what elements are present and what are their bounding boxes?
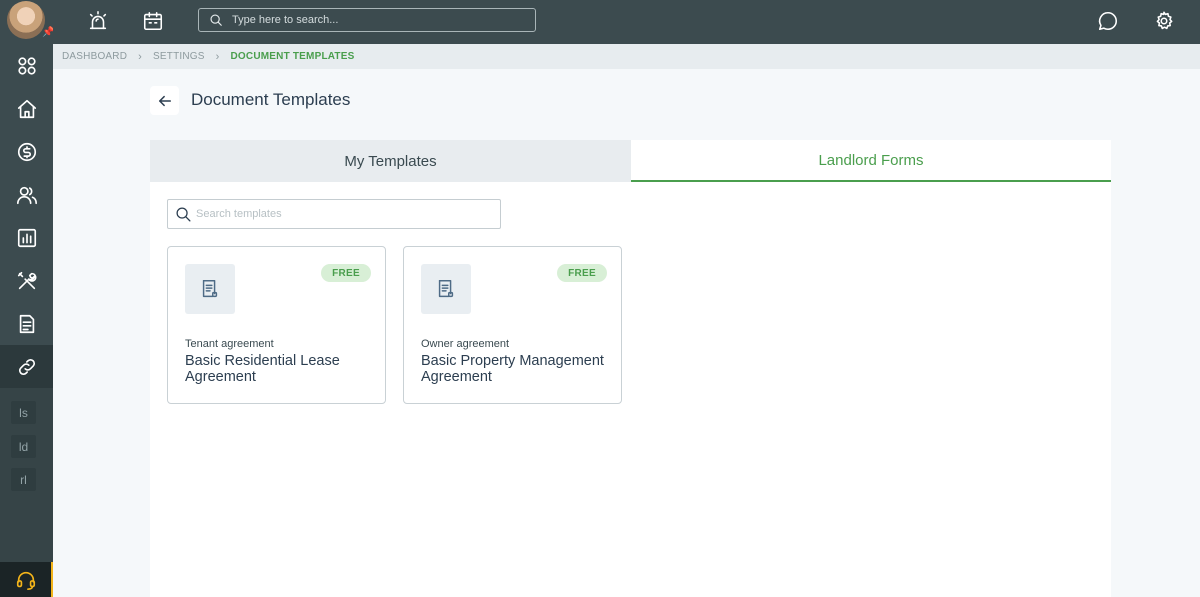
- template-thumbnail: [185, 264, 235, 314]
- template-kind: Tenant agreement: [185, 338, 274, 350]
- home-icon: [17, 99, 36, 118]
- search-icon: [210, 14, 222, 26]
- tab-landlord-forms[interactable]: Landlord Forms: [631, 140, 1111, 182]
- sidebar-item-people[interactable]: [0, 173, 53, 216]
- tools-icon: [17, 271, 36, 289]
- sidebar-mini-item-rl[interactable]: rl: [11, 468, 36, 491]
- sidebar-item-links[interactable]: [0, 345, 53, 388]
- template-name: Basic Residential Lease Agreement: [185, 353, 340, 385]
- support-button[interactable]: [0, 562, 53, 597]
- document-icon: [438, 280, 454, 298]
- tab-bar: My Templates Landlord Forms: [150, 140, 1111, 182]
- template-kind: Owner agreement: [421, 338, 510, 350]
- arrow-left-icon: [158, 95, 171, 106]
- chevron-right-icon: ›: [215, 50, 220, 63]
- alerts-button[interactable]: [85, 8, 111, 34]
- sidebar-item-reports[interactable]: [0, 216, 53, 259]
- global-search-input[interactable]: [232, 14, 522, 26]
- settings-button[interactable]: [1151, 8, 1177, 34]
- sidebar-item-documents[interactable]: [0, 302, 53, 345]
- template-search[interactable]: [167, 199, 501, 229]
- templates-panel: My Templates Landlord Forms FREE Tenant …: [150, 140, 1111, 597]
- apps-grid-icon: [17, 56, 36, 75]
- sidebar: 📌 ls ld rl: [0, 0, 54, 597]
- sidebar-item-accounting[interactable]: [0, 130, 53, 173]
- sidebar-item-home[interactable]: [0, 87, 53, 130]
- search-icon: [176, 206, 191, 222]
- dollar-circle-icon: [17, 142, 36, 161]
- free-badge: FREE: [321, 264, 371, 282]
- template-name: Basic Property Management Agreement: [421, 353, 604, 385]
- link-icon: [18, 358, 35, 375]
- sidebar-item-dashboard[interactable]: [0, 44, 53, 87]
- template-card[interactable]: FREE Tenant agreement Basic Residential …: [167, 246, 386, 404]
- breadcrumb-document-templates: DOCUMENT TEMPLATES: [230, 51, 355, 62]
- alarm-light-icon: [89, 11, 107, 30]
- breadcrumb: DASHBOARD › SETTINGS › DOCUMENT TEMPLATE…: [53, 44, 1200, 69]
- top-bar: [53, 0, 1200, 44]
- breadcrumb-settings[interactable]: SETTINGS: [153, 51, 205, 62]
- user-avatar[interactable]: [7, 1, 45, 39]
- tab-my-templates[interactable]: My Templates: [150, 140, 631, 182]
- calendar-button[interactable]: [140, 8, 166, 34]
- template-search-input[interactable]: [196, 208, 486, 220]
- document-icon: [202, 280, 218, 298]
- back-button[interactable]: [150, 86, 179, 115]
- page-title: Document Templates: [191, 90, 351, 109]
- messages-button[interactable]: [1095, 8, 1121, 34]
- headset-icon: [16, 571, 35, 590]
- chat-icon: [1098, 11, 1117, 31]
- free-badge: FREE: [557, 264, 607, 282]
- chevron-right-icon: ›: [138, 50, 143, 63]
- gear-icon: [1156, 11, 1173, 30]
- sidebar-item-maintenance[interactable]: [0, 259, 53, 302]
- breadcrumb-dashboard[interactable]: DASHBOARD: [62, 51, 127, 62]
- sidebar-mini-item-ls[interactable]: ls: [11, 401, 36, 424]
- people-icon: [16, 186, 37, 204]
- sidebar-mini-item-ld[interactable]: ld: [11, 435, 36, 458]
- template-card[interactable]: FREE Owner agreement Basic Property Mana…: [403, 246, 622, 404]
- document-icon: [19, 314, 34, 333]
- bar-chart-icon: [17, 228, 36, 247]
- template-thumbnail: [421, 264, 471, 314]
- global-search[interactable]: [198, 8, 536, 32]
- calendar-icon: [143, 11, 163, 31]
